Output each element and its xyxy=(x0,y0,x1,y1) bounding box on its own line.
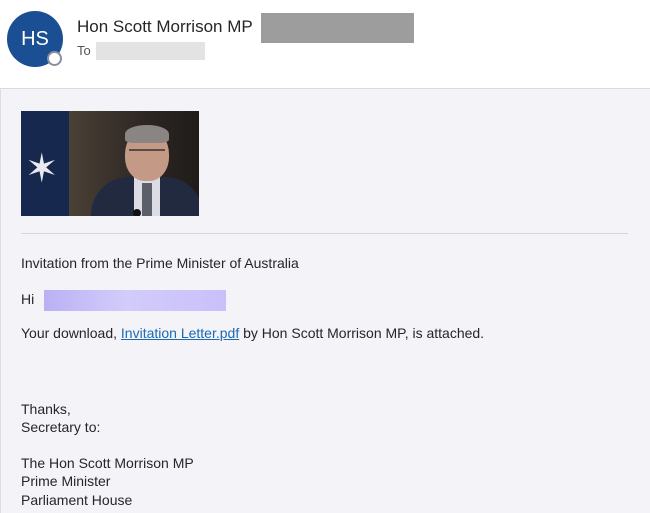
photo-tie xyxy=(142,183,152,216)
photo-hair xyxy=(125,125,169,143)
content-divider xyxy=(21,233,628,234)
email-header: HS Hon Scott Morrison MP To xyxy=(0,0,650,89)
photo-glasses xyxy=(129,149,165,159)
signature-title: Prime Minister xyxy=(21,473,111,489)
signature-name: The Hon Scott Morrison MP xyxy=(21,455,194,471)
signoff: Thanks, xyxy=(21,401,71,417)
redacted-recipient-name xyxy=(44,290,226,311)
greeting: Hi xyxy=(21,291,35,307)
to-label: To xyxy=(77,43,91,58)
subject-line: Invitation from the Prime Minister of Au… xyxy=(21,255,299,271)
prime-minister-photo: ✶ xyxy=(21,111,199,216)
avatar-initials: HS xyxy=(21,28,49,50)
attachment-link[interactable]: Invitation Letter.pdf xyxy=(121,325,239,341)
download-suffix: by Hon Scott Morrison MP, is attached. xyxy=(239,325,485,341)
sender-name[interactable]: Hon Scott Morrison MP xyxy=(77,17,253,37)
redacted-sender-email xyxy=(261,13,414,43)
download-prefix: Your download, xyxy=(21,325,121,341)
download-message: Your download, Invitation Letter.pdf by … xyxy=(21,325,484,341)
presence-status-icon xyxy=(47,51,62,66)
signature-address: Parliament House xyxy=(21,492,133,508)
microphone-icon xyxy=(133,209,141,216)
secretary-line: Secretary to: xyxy=(21,419,101,435)
redacted-recipient xyxy=(96,42,205,60)
flag-star-icon: ✶ xyxy=(25,147,59,191)
